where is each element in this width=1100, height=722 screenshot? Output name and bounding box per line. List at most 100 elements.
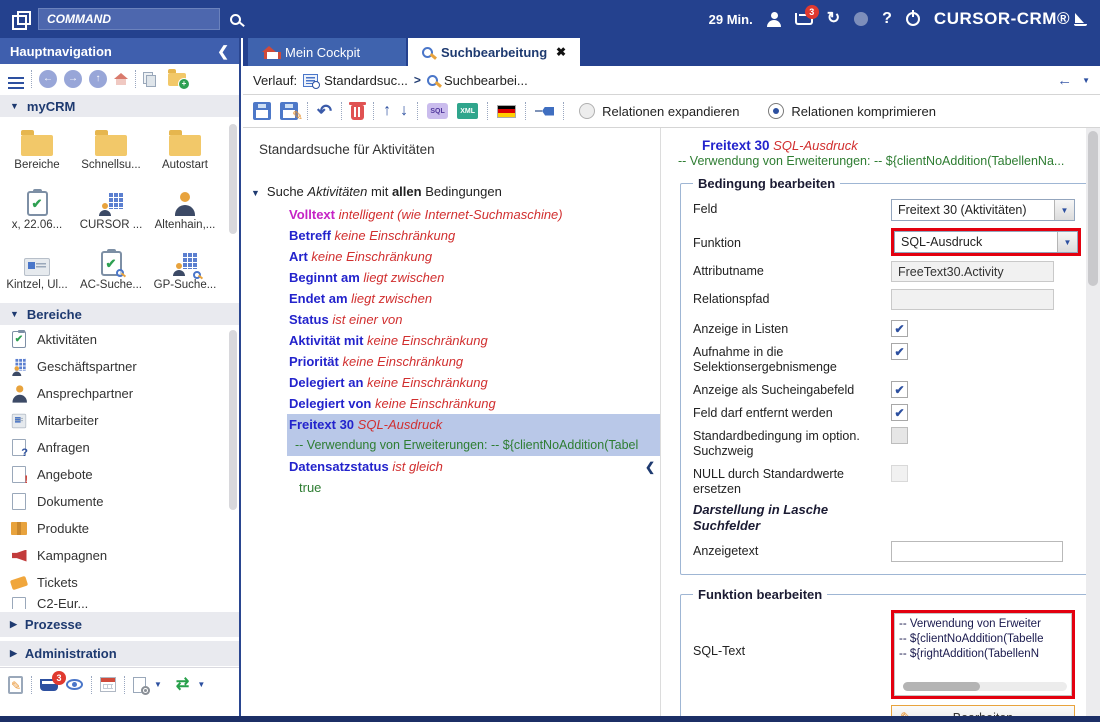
tree-condition[interactable]: Endet am liegt zwischen bbox=[243, 288, 660, 309]
mycrm-item[interactable]: Schnellsu... bbox=[74, 124, 148, 184]
dropdown-arrow-button[interactable]: ▼ bbox=[1057, 232, 1077, 252]
close-tab-icon[interactable]: ✖ bbox=[556, 45, 566, 59]
mycrm-item[interactable]: Altenhain,... bbox=[148, 184, 222, 244]
menu-icon[interactable] bbox=[8, 77, 24, 80]
logout-icon[interactable] bbox=[906, 12, 920, 26]
mycrm-item[interactable]: Autostart bbox=[148, 124, 222, 184]
tree-condition[interactable]: Aktivität mit keine Einschränkung bbox=[243, 330, 660, 351]
checkbox-feld-entfernen[interactable] bbox=[891, 404, 908, 421]
scrollbar-thumb[interactable] bbox=[1088, 131, 1098, 286]
scrollbar-thumb[interactable] bbox=[903, 682, 980, 691]
tree-condition[interactable]: Volltext intelligent (wie Internet-Suchm… bbox=[243, 204, 660, 225]
sidebar-item-c2[interactable]: C2-Eur... bbox=[0, 596, 239, 609]
detail-scrollbar[interactable] bbox=[1086, 128, 1100, 716]
radio-relationen-komprimieren[interactable]: Relationen komprimieren bbox=[768, 103, 936, 119]
breadcrumb-item-suchbearbeitung[interactable]: Suchbearbei... bbox=[444, 73, 528, 88]
sidebar-item-anfragen[interactable]: ?Anfragen bbox=[0, 434, 239, 461]
tree-condition[interactable]: Datensatzstatus ist gleich bbox=[243, 456, 660, 477]
checkbox-sucheingabefeld[interactable] bbox=[891, 381, 908, 398]
section-bereiche[interactable]: ▼ Bereiche bbox=[0, 302, 239, 326]
sidebar-item-mitarbeiter[interactable]: Mitarbeiter bbox=[0, 407, 239, 434]
save-icon[interactable] bbox=[253, 102, 271, 120]
tab-suchbearbeitung[interactable]: Suchbearbeitung ✖ bbox=[408, 38, 580, 66]
tree-condition[interactable]: Betreff keine Einschränkung bbox=[243, 225, 660, 246]
sidebar-item-geschaeftspartner[interactable]: Geschäftspartner bbox=[0, 353, 239, 380]
document-settings-icon[interactable] bbox=[133, 677, 146, 693]
command-input[interactable] bbox=[38, 8, 220, 30]
sidebar-item-angebote[interactable]: !Angebote bbox=[0, 461, 239, 488]
mycrm-item[interactable]: ✔x, 22.06... bbox=[0, 184, 74, 244]
mycrm-item[interactable]: GP-Suche... bbox=[148, 244, 222, 302]
sidebar-item-produkte[interactable]: Produkte bbox=[0, 515, 239, 542]
sidebar-collapse-icon[interactable]: ❮ bbox=[217, 43, 229, 60]
tree-condition[interactable]: Beginnt am liegt zwischen bbox=[243, 267, 660, 288]
tree-condition[interactable]: Art keine Einschränkung bbox=[243, 246, 660, 267]
notes-edit-icon[interactable] bbox=[8, 676, 23, 694]
move-up-icon[interactable]: ↑ bbox=[383, 103, 391, 119]
watchlist-icon[interactable] bbox=[66, 679, 83, 690]
back-button[interactable]: ← bbox=[39, 70, 57, 88]
language-flag-icon[interactable] bbox=[497, 105, 516, 118]
pane-collapse-icon[interactable]: ❮ bbox=[645, 460, 655, 474]
sidebar-item-kampagnen[interactable]: Kampagnen bbox=[0, 542, 239, 569]
home-icon[interactable] bbox=[114, 73, 128, 85]
history-back-icon[interactable]: ← bbox=[1057, 72, 1072, 89]
mycrm-item[interactable]: Bereiche bbox=[0, 124, 74, 184]
pin-icon[interactable] bbox=[535, 107, 554, 116]
calendar-icon[interactable] bbox=[100, 677, 116, 692]
add-folder-icon[interactable] bbox=[168, 73, 186, 86]
breadcrumb-item-standardsuche[interactable]: Standardsuc... bbox=[324, 73, 408, 88]
sql-export-icon[interactable]: SQL bbox=[427, 103, 448, 119]
radio-off-icon[interactable] bbox=[579, 103, 595, 119]
sql-text-area[interactable]: -- Verwendung von Erweiter -- ${clientNo… bbox=[894, 613, 1072, 696]
undo-icon[interactable]: ↶ bbox=[317, 102, 332, 120]
user-icon[interactable] bbox=[767, 12, 781, 27]
bereiche-scrollbar[interactable] bbox=[229, 330, 237, 510]
bearbeiten-button[interactable]: ✎ Bearbeiten bbox=[891, 705, 1075, 716]
mycrm-item[interactable]: Kintzel, Ul... bbox=[0, 244, 74, 302]
redo-icon[interactable]: ↻ bbox=[827, 11, 840, 27]
checkbox-anzeige-in-listen[interactable] bbox=[891, 320, 908, 337]
chevron-down-icon[interactable]: ▼ bbox=[251, 188, 260, 198]
section-mycrm[interactable]: ▼ myCRM bbox=[0, 94, 239, 118]
sql-horizontal-scrollbar[interactable] bbox=[903, 682, 1067, 691]
save-as-icon[interactable]: ✎ bbox=[280, 102, 298, 120]
move-down-icon[interactable]: ↓ bbox=[400, 103, 408, 119]
tree-condition-selected[interactable]: Freitext 30 SQL-Ausdruck -- Verwendung v… bbox=[287, 414, 660, 456]
inbox-icon[interactable]: 3 bbox=[40, 679, 58, 691]
tab-mein-cockpit[interactable]: Mein Cockpit bbox=[248, 38, 406, 66]
xml-export-icon[interactable]: XML bbox=[457, 103, 478, 119]
section-prozesse[interactable]: ▶ Prozesse bbox=[0, 611, 239, 638]
radio-relationen-expandieren[interactable]: Relationen expandieren bbox=[579, 103, 739, 119]
feld-dropdown[interactable]: Freitext 30 (Aktivitäten) ▼ bbox=[891, 199, 1075, 221]
command-search-icon[interactable] bbox=[230, 14, 241, 25]
sidebar-item-dokumente[interactable]: Dokumente bbox=[0, 488, 239, 515]
copy-icon[interactable] bbox=[143, 72, 155, 86]
tree-condition[interactable]: Status ist einer von bbox=[243, 309, 660, 330]
dropdown-arrow-button[interactable]: ▼ bbox=[1054, 200, 1074, 220]
up-button[interactable]: ↑ bbox=[89, 70, 107, 88]
chevron-down-icon[interactable]: ▼ bbox=[197, 680, 205, 689]
funktion-dropdown[interactable]: SQL-Ausdruck ▼ bbox=[894, 231, 1078, 253]
sidebar-item-ansprechpartner[interactable]: Ansprechpartner bbox=[0, 380, 239, 407]
mycrm-item[interactable]: CURSOR ... bbox=[74, 184, 148, 244]
checkbox-aufnahme-selektion[interactable] bbox=[891, 343, 908, 360]
tree-root-node[interactable]: ▼Suche Aktivitäten mit allen Bedingungen bbox=[243, 181, 660, 204]
chevron-down-icon[interactable]: ▼ bbox=[1082, 76, 1090, 85]
mycrm-item[interactable]: ✔AC-Suche... bbox=[74, 244, 148, 302]
tree-condition[interactable]: Priorität keine Einschränkung bbox=[243, 351, 660, 372]
chevron-down-icon[interactable]: ▼ bbox=[154, 680, 162, 689]
radio-on-icon[interactable] bbox=[768, 103, 784, 119]
section-administration[interactable]: ▶ Administration bbox=[0, 640, 239, 667]
sidebar-item-tickets[interactable]: Tickets bbox=[0, 569, 239, 596]
anzeigetext-input[interactable] bbox=[891, 541, 1063, 562]
tree-condition[interactable]: Delegiert an keine Einschränkung bbox=[243, 372, 660, 393]
inbox-icon[interactable]: 3 bbox=[795, 13, 813, 25]
mycrm-scrollbar[interactable] bbox=[229, 124, 237, 234]
delete-icon[interactable] bbox=[351, 105, 364, 120]
help-icon[interactable]: ? bbox=[882, 10, 892, 28]
tree-condition[interactable]: Delegiert von keine Einschränkung bbox=[243, 393, 660, 414]
sync-icon[interactable]: ⇄ bbox=[176, 677, 189, 693]
checkbox-standardbedingung[interactable] bbox=[891, 427, 908, 444]
sidebar-item-aktivitaeten[interactable]: ✔Aktivitäten bbox=[0, 326, 239, 353]
